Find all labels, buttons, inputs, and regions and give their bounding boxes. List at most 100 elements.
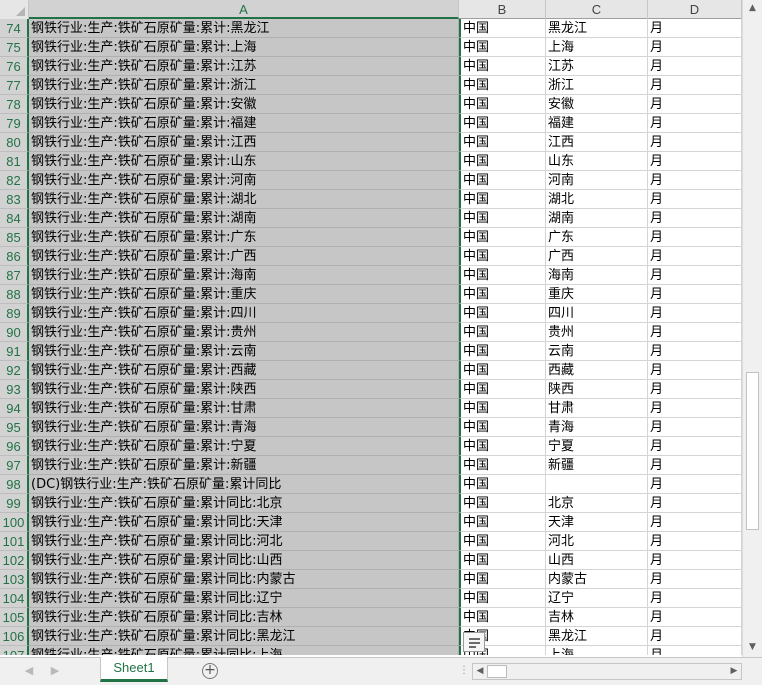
cell-c[interactable]: 青海: [546, 418, 648, 437]
cell-a[interactable]: 钢铁行业:生产:铁矿石原矿量:累计:广东: [29, 228, 459, 247]
cell-b[interactable]: 中国: [459, 266, 546, 285]
cell-b[interactable]: 中国: [459, 532, 546, 551]
tab-split-handle[interactable]: ⋮: [459, 664, 469, 678]
cell-a[interactable]: 钢铁行业:生产:铁矿石原矿量:累计:广西: [29, 247, 459, 266]
row-number-header[interactable]: 89: [0, 304, 29, 323]
cell-c[interactable]: 福建: [546, 114, 648, 133]
cell-b[interactable]: 中国: [459, 152, 546, 171]
cell-c[interactable]: 广东: [546, 228, 648, 247]
cell-a[interactable]: 钢铁行业:生产:铁矿石原矿量:累计:江苏: [29, 57, 459, 76]
cell-b[interactable]: 中国: [459, 114, 546, 133]
vertical-scrollbar[interactable]: ▲ ▼: [742, 0, 762, 657]
cell-b[interactable]: 中国: [459, 57, 546, 76]
cell-a[interactable]: 钢铁行业:生产:铁矿石原矿量:累计:安徽: [29, 95, 459, 114]
cell-d[interactable]: 月: [648, 342, 742, 361]
cell-d[interactable]: 月: [648, 361, 742, 380]
cell-b[interactable]: 中国: [459, 38, 546, 57]
cell-b[interactable]: 中国: [459, 133, 546, 152]
cell-a[interactable]: 钢铁行业:生产:铁矿石原矿量:累计:四川: [29, 304, 459, 323]
cell-d[interactable]: 月: [648, 608, 742, 627]
cell-c[interactable]: 安徽: [546, 95, 648, 114]
cell-d[interactable]: 月: [648, 532, 742, 551]
cell-d[interactable]: 月: [648, 494, 742, 513]
scroll-down-icon[interactable]: ▼: [743, 639, 762, 656]
cell-c[interactable]: 上海: [546, 38, 648, 57]
cell-b[interactable]: 中国: [459, 551, 546, 570]
select-all-button[interactable]: [0, 0, 29, 19]
row-number-header[interactable]: 79: [0, 114, 29, 133]
row-number-header[interactable]: 74: [0, 19, 29, 38]
cell-a[interactable]: 钢铁行业:生产:铁矿石原矿量:累计:上海: [29, 38, 459, 57]
cell-b[interactable]: 中国: [459, 456, 546, 475]
row-number-header[interactable]: 92: [0, 361, 29, 380]
cell-b[interactable]: 中国: [459, 475, 546, 494]
cell-c[interactable]: 黑龙江: [546, 627, 648, 646]
row-number-header[interactable]: 85: [0, 228, 29, 247]
add-sheet-button[interactable]: +: [202, 663, 218, 679]
cell-c[interactable]: 辽宁: [546, 589, 648, 608]
cell-a[interactable]: 钢铁行业:生产:铁矿石原矿量:累计:陕西: [29, 380, 459, 399]
row-number-header[interactable]: 95: [0, 418, 29, 437]
cell-d[interactable]: 月: [648, 456, 742, 475]
column-header-c[interactable]: C: [546, 0, 648, 19]
cell-c[interactable]: 吉林: [546, 608, 648, 627]
cell-a[interactable]: 钢铁行业:生产:铁矿石原矿量:累计:山东: [29, 152, 459, 171]
cell-d[interactable]: 月: [648, 323, 742, 342]
row-number-header[interactable]: 75: [0, 38, 29, 57]
cell-a[interactable]: 钢铁行业:生产:铁矿石原矿量:累计:浙江: [29, 76, 459, 95]
cell-c[interactable]: 新疆: [546, 456, 648, 475]
cell-d[interactable]: 月: [648, 304, 742, 323]
row-number-header[interactable]: 83: [0, 190, 29, 209]
cell-b[interactable]: 中国: [459, 209, 546, 228]
cell-b[interactable]: 中国: [459, 380, 546, 399]
cell-d[interactable]: 月: [648, 190, 742, 209]
cell-a[interactable]: 钢铁行业:生产:铁矿石原矿量:累计:湖南: [29, 209, 459, 228]
cell-c[interactable]: 内蒙古: [546, 570, 648, 589]
cell-b[interactable]: 中国: [459, 399, 546, 418]
scroll-left-icon[interactable]: ◀: [473, 664, 487, 679]
cell-c[interactable]: 宁夏: [546, 437, 648, 456]
cell-c[interactable]: 湖南: [546, 209, 648, 228]
cell-b[interactable]: 中国: [459, 228, 546, 247]
row-number-header[interactable]: 77: [0, 76, 29, 95]
cell-c[interactable]: 黑龙江: [546, 19, 648, 38]
cell-c[interactable]: 贵州: [546, 323, 648, 342]
cell-b[interactable]: 中国: [459, 76, 546, 95]
row-number-header[interactable]: 96: [0, 437, 29, 456]
cell-d[interactable]: 月: [648, 114, 742, 133]
cell-d[interactable]: 月: [648, 133, 742, 152]
column-header-a[interactable]: A: [29, 0, 459, 19]
column-header-b[interactable]: B: [459, 0, 546, 19]
cell-c[interactable]: 四川: [546, 304, 648, 323]
row-number-header[interactable]: 76: [0, 57, 29, 76]
cell-a[interactable]: 钢铁行业:生产:铁矿石原矿量:累计:河南: [29, 171, 459, 190]
cell-a[interactable]: 钢铁行业:生产:铁矿石原矿量:累计:新疆: [29, 456, 459, 475]
cell-b[interactable]: 中国: [459, 589, 546, 608]
cell-a[interactable]: 钢铁行业:生产:铁矿石原矿量:累计同比:山西: [29, 551, 459, 570]
cell-b[interactable]: 中国: [459, 494, 546, 513]
cell-b[interactable]: 中国: [459, 95, 546, 114]
scroll-up-icon[interactable]: ▲: [743, 0, 762, 17]
cell-d[interactable]: 月: [648, 418, 742, 437]
horizontal-scrollbar[interactable]: ◀ ▶: [472, 663, 742, 680]
sheet-tab-sheet1[interactable]: Sheet1: [100, 657, 168, 682]
quick-analysis-icon[interactable]: [463, 632, 485, 652]
cell-c[interactable]: 江苏: [546, 57, 648, 76]
row-number-header[interactable]: 84: [0, 209, 29, 228]
cell-c[interactable]: 广西: [546, 247, 648, 266]
cell-b[interactable]: 中国: [459, 19, 546, 38]
row-number-header[interactable]: 97: [0, 456, 29, 475]
cell-d[interactable]: 月: [648, 551, 742, 570]
cell-b[interactable]: 中国: [459, 285, 546, 304]
cell-c[interactable]: 北京: [546, 494, 648, 513]
row-number-header[interactable]: 94: [0, 399, 29, 418]
cell-c[interactable]: 云南: [546, 342, 648, 361]
row-number-header[interactable]: 87: [0, 266, 29, 285]
cell-c[interactable]: 湖北: [546, 190, 648, 209]
cell-c[interactable]: 陕西: [546, 380, 648, 399]
cell-d[interactable]: 月: [648, 285, 742, 304]
cell-c[interactable]: 河南: [546, 171, 648, 190]
row-number-header[interactable]: 78: [0, 95, 29, 114]
cell-d[interactable]: 月: [648, 209, 742, 228]
cell-a[interactable]: 钢铁行业:生产:铁矿石原矿量:累计:海南: [29, 266, 459, 285]
